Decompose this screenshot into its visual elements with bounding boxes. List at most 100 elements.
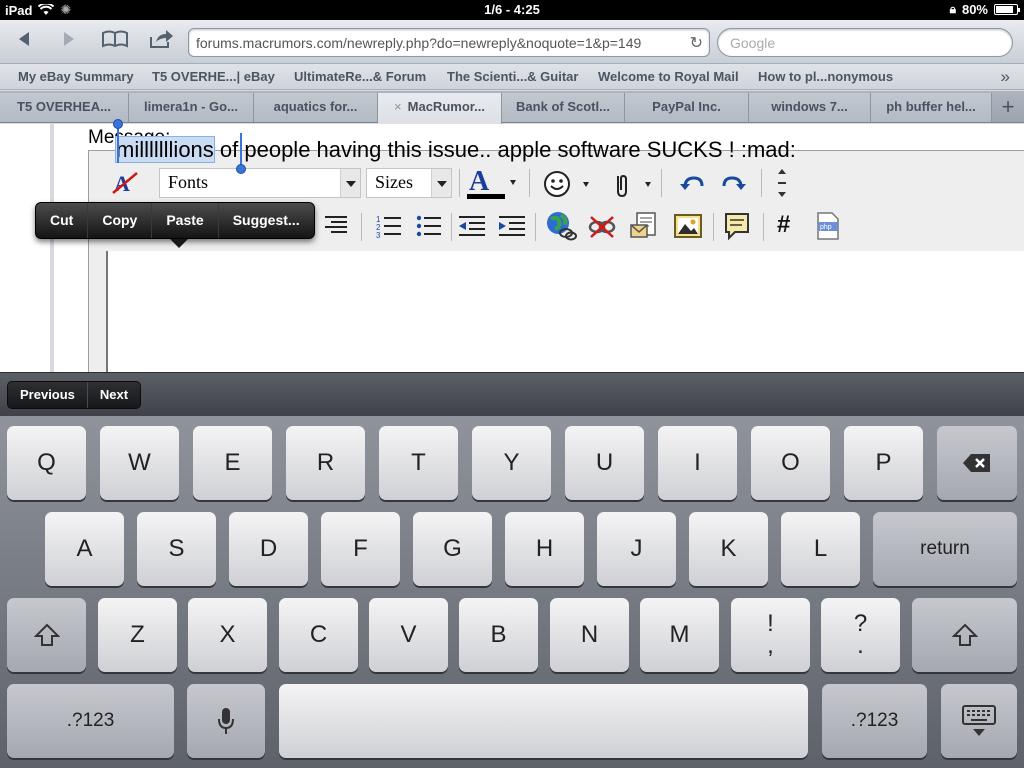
bookmark-link[interactable]: My eBay Summary: [18, 69, 134, 84]
bookmark-link[interactable]: UltimateRe...& Forum: [294, 69, 426, 84]
insert-image-icon[interactable]: [673, 211, 703, 247]
key-k[interactable]: K: [689, 512, 768, 586]
url-field[interactable]: forums.macrumors.com/newreply.php?do=new…: [188, 28, 710, 57]
smiley-icon[interactable]: [543, 169, 593, 205]
next-button[interactable]: Next: [86, 382, 140, 408]
indent-icon[interactable]: [497, 213, 527, 245]
tab[interactable]: windows 7...: [749, 93, 871, 122]
tab[interactable]: ph buffer hel...: [871, 93, 992, 122]
reload-icon[interactable]: ↻: [690, 33, 703, 53]
paste-button[interactable]: Paste: [152, 203, 219, 238]
selection-start-handle[interactable]: [113, 119, 123, 129]
key-y[interactable]: Y: [472, 426, 551, 500]
forward-icon[interactable]: [54, 28, 84, 56]
remove-link-icon[interactable]: [587, 213, 617, 247]
selection-start-stem: [117, 125, 119, 163]
align-right-icon[interactable]: [323, 213, 349, 243]
cut-button[interactable]: Cut: [36, 203, 89, 238]
bookmark-link[interactable]: The Scienti...& Guitar: [447, 69, 578, 84]
key-j[interactable]: J: [597, 512, 676, 586]
outdent-icon[interactable]: [457, 213, 487, 245]
numbers-key-left[interactable]: .?123: [7, 684, 174, 758]
size-select[interactable]: Sizes: [366, 168, 452, 198]
key-b[interactable]: B: [459, 598, 538, 672]
font-select[interactable]: Fonts: [159, 168, 361, 198]
undo-icon[interactable]: [679, 173, 707, 199]
tab[interactable]: T5 OVERHEA...: [0, 93, 129, 122]
key-n[interactable]: N: [550, 598, 629, 672]
quote-icon[interactable]: [723, 211, 751, 247]
selection-end-handle[interactable]: [236, 164, 246, 174]
key-o[interactable]: O: [751, 426, 830, 500]
attachment-icon[interactable]: [609, 171, 655, 205]
hide-keyboard-key[interactable]: [941, 684, 1017, 758]
suggest-button[interactable]: Suggest...: [219, 203, 314, 238]
bookmark-link[interactable]: T5 OVERHE...| eBay: [152, 69, 275, 84]
tab[interactable]: limera1n - Go...: [129, 93, 254, 122]
dictation-key[interactable]: [187, 684, 265, 758]
key-a[interactable]: A: [45, 512, 124, 586]
size-select-value: Sizes: [375, 172, 413, 192]
text-color-icon[interactable]: A: [467, 165, 517, 207]
key-s[interactable]: S: [137, 512, 216, 586]
key-m[interactable]: M: [640, 598, 719, 672]
tab-active[interactable]: × MacRumor...: [378, 93, 502, 124]
key-x[interactable]: X: [188, 598, 267, 672]
key-w[interactable]: W: [100, 426, 179, 500]
key-i[interactable]: I: [658, 426, 737, 500]
key-l[interactable]: L: [781, 512, 860, 586]
shift-key-left[interactable]: [7, 598, 86, 672]
message-textarea[interactable]: [106, 251, 1024, 372]
key-t[interactable]: T: [379, 426, 458, 500]
key-d[interactable]: D: [229, 512, 308, 586]
insert-email-icon[interactable]: [629, 211, 659, 247]
return-key[interactable]: return: [873, 512, 1017, 586]
back-icon[interactable]: [9, 28, 39, 56]
code-hash-icon[interactable]: #: [777, 211, 790, 239]
message-text[interactable]: milllllllions of people having this issu…: [115, 136, 796, 163]
unordered-list-icon[interactable]: [415, 213, 443, 245]
key-p[interactable]: P: [844, 426, 923, 500]
separator: [529, 169, 530, 197]
bookmark-link[interactable]: Welcome to Royal Mail: [598, 69, 739, 84]
key-u[interactable]: U: [565, 426, 644, 500]
separator: [451, 213, 452, 241]
ordered-list-icon[interactable]: 123: [375, 213, 403, 245]
shift-key-right[interactable]: [912, 598, 1017, 672]
remove-format-icon[interactable]: A: [111, 169, 139, 203]
bookmarks-bar: My eBay Summary T5 OVERHE...| eBay Ultim…: [0, 64, 1024, 90]
numbers-key-right[interactable]: .?123: [822, 684, 927, 758]
copy-button[interactable]: Copy: [88, 203, 153, 238]
search-input[interactable]: Google: [717, 28, 1013, 57]
space-key[interactable]: [279, 684, 808, 758]
tab[interactable]: aquatics for...: [254, 93, 378, 122]
key-q[interactable]: Q: [7, 426, 86, 500]
key-c[interactable]: C: [279, 598, 358, 672]
keyboard-dismiss-icon: [962, 705, 996, 736]
key-v[interactable]: V: [369, 598, 448, 672]
url-text: forums.macrumors.com/newreply.php?do=new…: [196, 35, 642, 51]
new-tab-icon[interactable]: +: [992, 93, 1024, 122]
bookmarks-icon[interactable]: [98, 28, 132, 56]
bookmarks-more-icon[interactable]: »: [1001, 67, 1010, 87]
key-question-period[interactable]: ?.: [821, 598, 900, 672]
svg-text:php: php: [820, 224, 832, 231]
php-code-icon[interactable]: php: [815, 211, 841, 247]
key-h[interactable]: H: [505, 512, 584, 586]
key-exclaim-comma[interactable]: !,: [731, 598, 810, 672]
backspace-key[interactable]: [937, 426, 1017, 500]
key-g[interactable]: G: [413, 512, 492, 586]
key-e[interactable]: E: [193, 426, 272, 500]
insert-link-icon[interactable]: [545, 211, 577, 247]
tab[interactable]: PayPal Inc.: [625, 93, 749, 122]
key-r[interactable]: R: [286, 426, 365, 500]
key-z[interactable]: Z: [98, 598, 177, 672]
resize-icon[interactable]: [775, 167, 789, 205]
tab[interactable]: Bank of Scotl...: [502, 93, 625, 122]
redo-icon[interactable]: [719, 173, 747, 199]
key-f[interactable]: F: [321, 512, 400, 586]
tab-close-icon[interactable]: ×: [394, 99, 402, 114]
bookmark-link[interactable]: How to pl...nonymous: [758, 69, 893, 84]
previous-button[interactable]: Previous: [8, 382, 87, 408]
share-icon[interactable]: [145, 28, 177, 56]
